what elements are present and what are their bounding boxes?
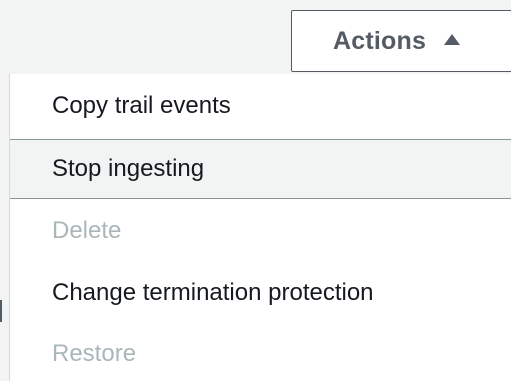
menu-item-label: Copy trail events — [52, 92, 231, 119]
menu-item-delete: Delete — [10, 201, 511, 261]
menu-item-copy-trail-events[interactable]: Copy trail events — [10, 76, 511, 136]
menu-item-stop-ingesting[interactable]: Stop ingesting — [10, 139, 511, 199]
edge-marker — [0, 300, 2, 322]
menu-item-label: Restore — [52, 340, 137, 367]
caret-up-icon — [444, 33, 461, 45]
page: Actions Copy trail events Stop ingesting… — [0, 0, 511, 381]
menu-item-label: Change termination protection — [52, 279, 374, 306]
menu-item-label: Delete — [52, 217, 122, 244]
menu-item-label: Stop ingesting — [52, 155, 205, 182]
actions-dropdown-button[interactable]: Actions — [291, 10, 511, 72]
menu-item-restore: Restore — [10, 324, 511, 381]
menu-item-change-termination-protection[interactable]: Change termination protection — [10, 263, 511, 323]
actions-button-label: Actions — [333, 26, 427, 55]
actions-menu: Copy trail events Stop ingesting Delete … — [9, 74, 511, 381]
